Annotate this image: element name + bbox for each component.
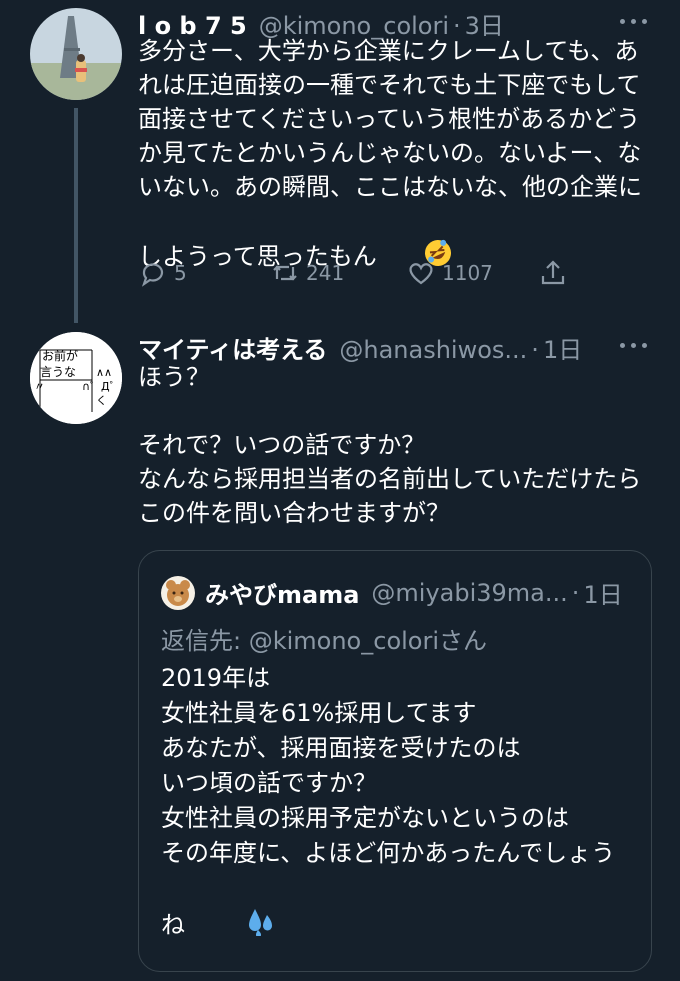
- tweet-text: ほう？ それで？いつの話ですか？ なんなら採用担当者の名前出していただけたらこの…: [138, 363, 642, 527]
- replying-to: 返信先: @kimono_coloriさん: [161, 621, 487, 656]
- heart-icon: [409, 263, 433, 285]
- avatar-text-6: く: [96, 394, 107, 407]
- eiffel-tower-photo: [30, 8, 122, 100]
- display-name[interactable]: みやびmama: [205, 575, 359, 610]
- reply-prefix: 返信先:: [161, 627, 249, 655]
- quote-header: みやびmama @miyabi39ma... · 1日: [161, 575, 623, 610]
- avatar-text-2: 言うな: [40, 365, 76, 379]
- handle[interactable]: @miyabi39ma...: [371, 579, 567, 607]
- retweet-count: 241: [306, 261, 345, 285]
- tweet[interactable]: お前が 言うな ∧∧ ∩゜Д゜) 〃 く マイティは考える @hanashiwo…: [0, 330, 680, 972]
- like-button[interactable]: 1107: [406, 258, 493, 288]
- avatar-text-4: ∩゜Д゜): [82, 380, 122, 393]
- quote-text: 2019年は 女性社員を61%採用してます あなたが、採用面接を受けたのは いつ…: [161, 661, 631, 981]
- reply-count: 5: [174, 261, 187, 285]
- share-icon: [541, 260, 565, 285]
- retweet-icon: [273, 265, 297, 281]
- more-options-icon[interactable]: [620, 336, 650, 356]
- bear-cookie-icon: [161, 575, 195, 610]
- avatar[interactable]: お前が 言うな ∧∧ ∩゜Д゜) 〃 く: [30, 332, 122, 424]
- share-button[interactable]: [538, 258, 574, 288]
- like-count: 1107: [442, 261, 493, 285]
- ascii-art-avatar: お前が 言うな ∧∧ ∩゜Д゜) 〃 く: [30, 332, 122, 424]
- reply-button[interactable]: 5: [138, 258, 187, 288]
- reply-icon: [141, 263, 164, 287]
- retweet-button[interactable]: 241: [270, 258, 344, 288]
- avatar: [161, 575, 195, 610]
- avatar-text-3: ∧∧: [96, 366, 112, 379]
- action-bar: 5 241 1107: [138, 258, 578, 294]
- reply-suffix: さん: [439, 627, 488, 655]
- quoted-tweet[interactable]: みやびmama @miyabi39ma... · 1日 返信先: @kimono…: [138, 550, 652, 972]
- sweat-droplets-emoji: [185, 871, 276, 981]
- reply-mention[interactable]: @kimono_colori: [249, 627, 439, 655]
- thread-line: [74, 108, 78, 323]
- separator: ·: [571, 578, 580, 607]
- more-options-icon[interactable]: [620, 12, 650, 32]
- tweet[interactable]: l o b 7 5 @kimono_colori · 3日 多分さー、大学から企…: [0, 0, 680, 330]
- avatar[interactable]: [30, 8, 122, 100]
- timestamp[interactable]: 1日: [583, 575, 622, 610]
